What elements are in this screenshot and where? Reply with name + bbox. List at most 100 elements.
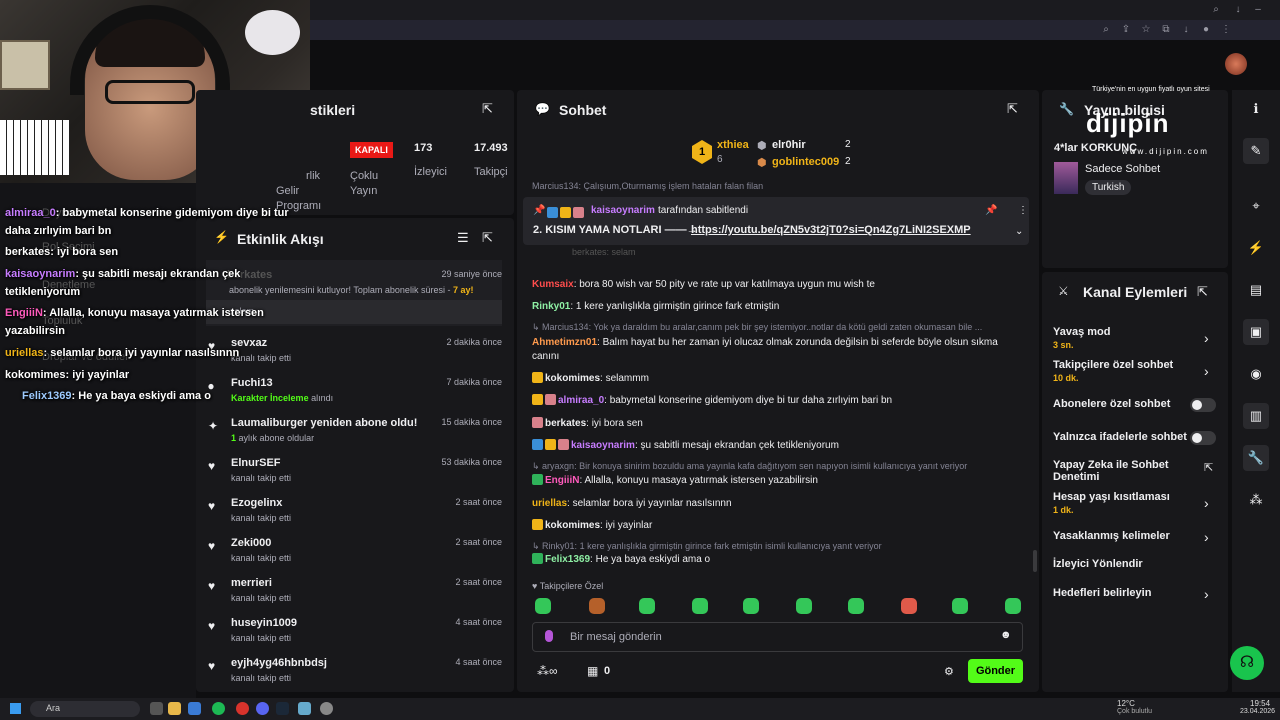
filter-icon[interactable]: ☰ <box>457 230 469 246</box>
emote-icon[interactable] <box>1005 598 1021 614</box>
wrench-icon[interactable]: 🔧 <box>1243 445 1269 471</box>
chat-username[interactable]: Felix1369 <box>545 554 590 565</box>
toggle-switch[interactable] <box>1190 431 1216 445</box>
app-icon[interactable] <box>298 702 311 715</box>
chat-scrollbar[interactable] <box>1033 550 1037 572</box>
popout-icon[interactable]: ⇱ <box>1007 101 1018 117</box>
chevron-right-icon[interactable]: › <box>1204 529 1209 545</box>
action-item-2[interactable]: Takipçilere özel sohbet 10 dk. <box>1053 359 1173 383</box>
leader-name[interactable]: xthiea <box>717 139 749 151</box>
send-button[interactable]: Gönder <box>968 659 1023 683</box>
community-icon[interactable]: ⁂ <box>1243 487 1269 513</box>
pencil-icon[interactable]: ✎ <box>1243 138 1269 164</box>
broadcast-icon[interactable]: ◉ <box>1243 361 1269 387</box>
scan-icon[interactable]: ⌖ <box>1243 193 1269 219</box>
emote-icon[interactable] <box>589 598 605 614</box>
popout-icon[interactable]: ⇱ <box>482 101 493 117</box>
activity-user[interactable]: Laumaliburger yeniden abone oldu! <box>231 417 417 429</box>
toggle-switch[interactable] <box>1190 398 1216 412</box>
folder-icon[interactable] <box>168 702 181 715</box>
lightning-icon[interactable]: ⚡ <box>1243 235 1269 261</box>
pinned-link[interactable]: https://youtu.be/qZN5v3t2jT0?si=Qn4Zg7Li… <box>691 224 971 236</box>
chevron-right-icon[interactable]: › <box>1204 495 1209 511</box>
support-headset-icon[interactable]: ☊ <box>1230 646 1264 680</box>
settings-icon[interactable]: ⋮ <box>1220 24 1232 36</box>
action-item-6[interactable]: Hesap yaşı kısıtlaması 1 dk. <box>1053 491 1170 515</box>
activity-user[interactable]: ElnurSEF <box>231 457 281 469</box>
activity-user[interactable]: merrieri <box>231 577 272 589</box>
zoom-icon[interactable]: ⌕ <box>1100 24 1112 36</box>
chat-input[interactable]: Bir mesaj gönderin ☻ <box>532 622 1023 652</box>
avatar[interactable] <box>1225 53 1247 75</box>
activity-user[interactable]: eyjh4yg46hbnbdsj <box>231 657 327 669</box>
spotify-icon[interactable] <box>212 702 225 715</box>
windows-start-icon[interactable] <box>10 703 21 714</box>
steam-icon[interactable] <box>276 702 289 715</box>
info-icon[interactable]: ℹ <box>1243 96 1269 122</box>
action-item-8[interactable]: İzleyici Yönlendir <box>1053 558 1143 570</box>
store-icon[interactable]: ▦ <box>587 664 598 678</box>
download-icon[interactable]: ↓ <box>1180 24 1192 36</box>
emote-icon[interactable] <box>848 598 864 614</box>
unpin-icon[interactable]: 📌 <box>985 205 997 216</box>
clipboard-icon[interactable]: ▤ <box>1243 277 1269 303</box>
emoji-icon[interactable]: ☻ <box>1000 629 1012 641</box>
chat-username[interactable]: Kumsaix <box>532 279 574 290</box>
gear-icon[interactable]: ⚙ <box>944 665 954 678</box>
emote-icon[interactable] <box>692 598 708 614</box>
action-item-5[interactable]: Yapay Zeka ile Sohbet Denetimi <box>1053 459 1169 483</box>
action-item-1[interactable]: Yavaş mod 3 sn. <box>1053 326 1110 350</box>
chat-username[interactable]: kaisaoynarim <box>571 440 635 451</box>
opera-icon[interactable] <box>236 702 249 715</box>
layout-icon[interactable]: ▥ <box>1243 403 1269 429</box>
chat-username[interactable]: kokomimes <box>545 520 600 531</box>
emote-icon[interactable] <box>796 598 812 614</box>
leader-name[interactable]: goblintec009 <box>772 156 839 168</box>
loop-icon[interactable]: ⁂∞ <box>537 664 558 678</box>
leader-name[interactable]: elr0hir <box>772 139 806 151</box>
action-item-7[interactable]: Yasaklanmış kelimeler <box>1053 530 1170 542</box>
chevron-right-icon[interactable]: › <box>1204 586 1209 602</box>
microphone-icon[interactable] <box>545 630 553 642</box>
popout-icon[interactable]: ⇱ <box>482 230 493 246</box>
action-item-9[interactable]: Hedefleri belirleyin <box>1053 587 1151 599</box>
category-thumbnail[interactable] <box>1054 162 1078 194</box>
star-icon[interactable]: ☆ <box>1140 24 1152 36</box>
chat-username[interactable]: Rinky01 <box>532 301 570 312</box>
chat-username[interactable]: uriellas <box>532 498 567 509</box>
profile-icon[interactable]: ● <box>1200 24 1212 36</box>
emote-icon[interactable] <box>901 598 917 614</box>
chat-username[interactable]: EngiiiN <box>545 475 579 486</box>
emote-icon[interactable] <box>639 598 655 614</box>
app-icon[interactable] <box>188 702 201 715</box>
chevron-down-icon[interactable]: ⌄ <box>1015 226 1023 237</box>
minimize-icon[interactable]: – <box>1252 4 1264 16</box>
extension-icon[interactable]: ⧉ <box>1160 24 1172 36</box>
chevron-right-icon[interactable]: › <box>1204 330 1209 346</box>
chevron-right-icon[interactable]: › <box>1204 363 1209 379</box>
chat-username[interactable]: kokomimes <box>545 373 600 384</box>
external-link-icon[interactable]: ⇱ <box>1204 461 1213 474</box>
chat-username[interactable]: berkates <box>545 418 586 429</box>
activity-user[interactable]: Zeki000 <box>231 537 271 549</box>
chat-icon[interactable]: ▣ <box>1243 319 1269 345</box>
tag-pill[interactable]: Turkish <box>1085 180 1132 195</box>
emote-icon[interactable] <box>743 598 759 614</box>
chat-username[interactable]: almiraa_0 <box>558 395 604 406</box>
share-icon[interactable]: ⇪ <box>1120 24 1132 36</box>
obs-icon[interactable] <box>320 702 333 715</box>
pinned-message[interactable]: 📌 kaisaoynarim tarafından sabitlendi 📌 ⋮… <box>523 197 1029 245</box>
action-item-4[interactable]: Yalnızca ifadelerle sohbet <box>1053 431 1187 443</box>
taskbar-search[interactable]: Ara <box>30 701 140 717</box>
emote-icon[interactable] <box>535 598 551 614</box>
popout-icon[interactable]: ⇱ <box>1197 284 1208 300</box>
activity-user[interactable]: huseyin1009 <box>231 617 297 629</box>
activity-user[interactable]: Ezogelinx <box>231 497 282 509</box>
chat-username[interactable]: Ahmetimzn01 <box>532 337 597 348</box>
download-icon[interactable]: ↓ <box>1232 4 1244 16</box>
category-name[interactable]: Sadece Sohbet <box>1085 163 1160 175</box>
emote-icon[interactable] <box>952 598 968 614</box>
discord-icon[interactable] <box>256 702 269 715</box>
more-icon[interactable]: ⋮ <box>1018 205 1028 216</box>
search-icon[interactable]: ⌕ <box>1210 4 1222 16</box>
